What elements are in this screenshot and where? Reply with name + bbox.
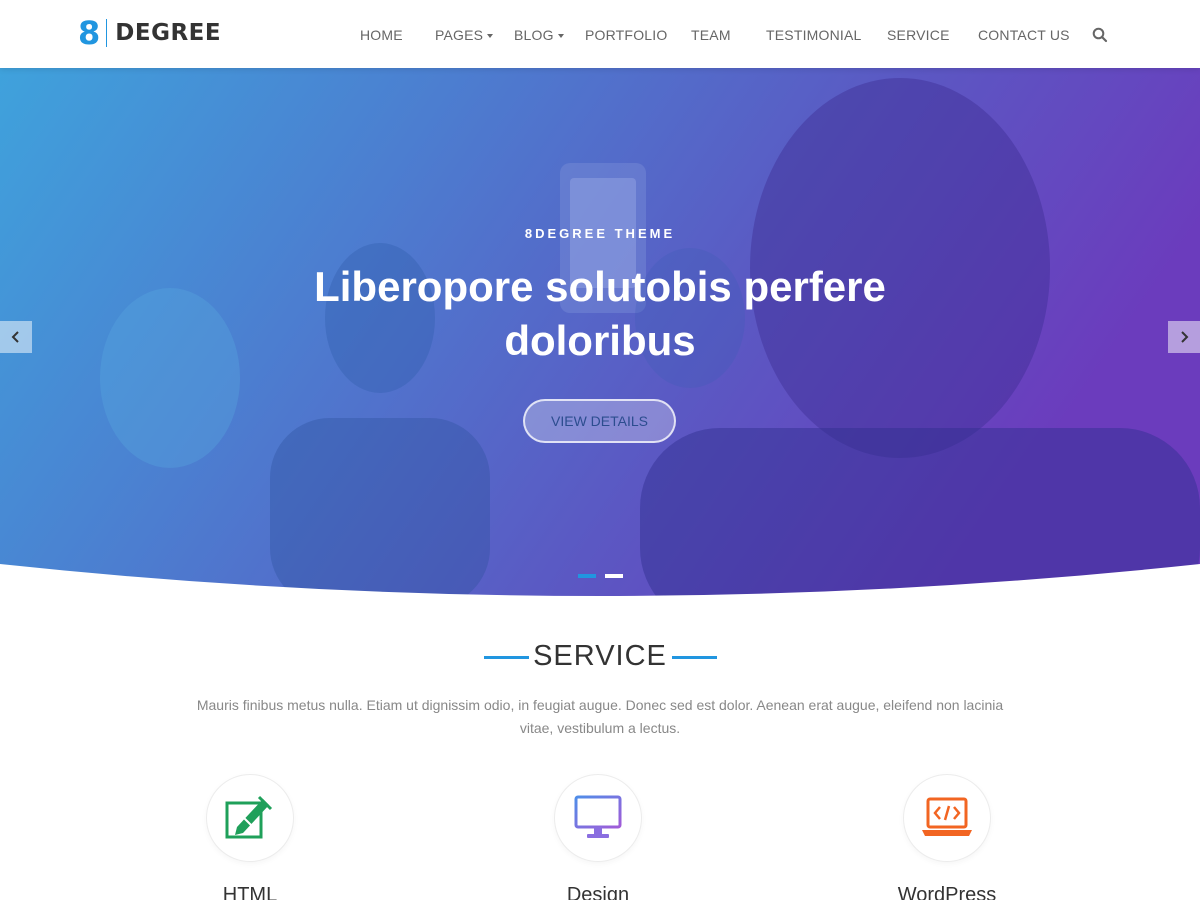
laptop-code-icon (922, 797, 972, 836)
nav-item-label: PAGES (435, 27, 484, 43)
nav-item-label: PORTFOLIO (585, 27, 668, 43)
service-heading: SERVICE (0, 638, 1200, 674)
logo-text: DEGREE (115, 20, 222, 46)
nav-item-team[interactable]: TEAM (691, 26, 731, 44)
nav-item-home[interactable]: HOME (360, 26, 403, 44)
caret-down-icon (557, 33, 564, 38)
slider-prev-button[interactable] (0, 321, 32, 353)
nav-item-contact-us[interactable]: CONTACT US (978, 26, 1070, 44)
chevron-left-icon (11, 331, 19, 343)
chevron-right-icon (1181, 331, 1189, 343)
nav-item-label: TESTIMONIAL (766, 27, 862, 43)
nav-item-label: CONTACT US (978, 27, 1070, 43)
hero-subtitle: 8DEGREE THEME (524, 226, 676, 241)
section-description: Mauris finibus metus nulla. Etiam ut dig… (196, 697, 1004, 736)
hero-slider: 8DEGREE THEME Liberopore solutobis perfe… (0, 68, 1200, 598)
hero-title: Liberopore solutobis perfere doloribus (314, 263, 886, 364)
section-title: SERVICE (533, 640, 667, 672)
nav-item-label: TEAM (691, 27, 731, 43)
pen-edit-icon (225, 795, 273, 839)
service-icon-circle (903, 774, 991, 862)
nav-item-label: BLOG (514, 27, 554, 43)
service-icon-circle (554, 774, 642, 862)
view-details-button[interactable]: VIEW DETAILS (523, 399, 676, 443)
nav-item-service[interactable]: SERVICE (887, 26, 950, 44)
site-logo[interactable]: 8 DEGREE (78, 16, 221, 50)
hero-bottom-curve (0, 564, 1200, 598)
service-icon-circle (206, 774, 294, 862)
service-card-wordpress[interactable]: WordPress (827, 774, 1067, 900)
heading-decoration-line (484, 656, 529, 659)
slider-next-button[interactable] (1168, 321, 1200, 353)
site-header: 8 DEGREE HOME PAGES BLOG PORTFOLIO TEAM … (0, 0, 1200, 68)
service-card-html[interactable]: HTML (130, 774, 370, 900)
service-label: WordPress (897, 884, 997, 900)
heading-decoration-line (672, 656, 717, 659)
nav-item-portfolio[interactable]: PORTFOLIO (585, 26, 667, 44)
service-label: Design (566, 884, 630, 900)
service-label: HTML (222, 884, 278, 900)
search-icon[interactable] (1091, 26, 1109, 44)
logo-number: 8 (78, 14, 101, 52)
logo-divider (106, 19, 108, 47)
nav-item-testimonial[interactable]: TESTIMONIAL (766, 26, 862, 44)
nav-item-pages[interactable]: PAGES (435, 26, 494, 44)
slider-dot[interactable] (605, 574, 623, 578)
button-label: VIEW DETAILS (551, 413, 648, 429)
monitor-icon (574, 795, 622, 838)
nav-item-label: SERVICE (887, 27, 950, 43)
service-card-design[interactable]: Design (478, 774, 718, 900)
caret-down-icon (487, 33, 494, 38)
nav-item-label: HOME (360, 27, 403, 43)
nav-item-blog[interactable]: BLOG (514, 26, 564, 44)
slider-dot-active[interactable] (578, 574, 596, 578)
